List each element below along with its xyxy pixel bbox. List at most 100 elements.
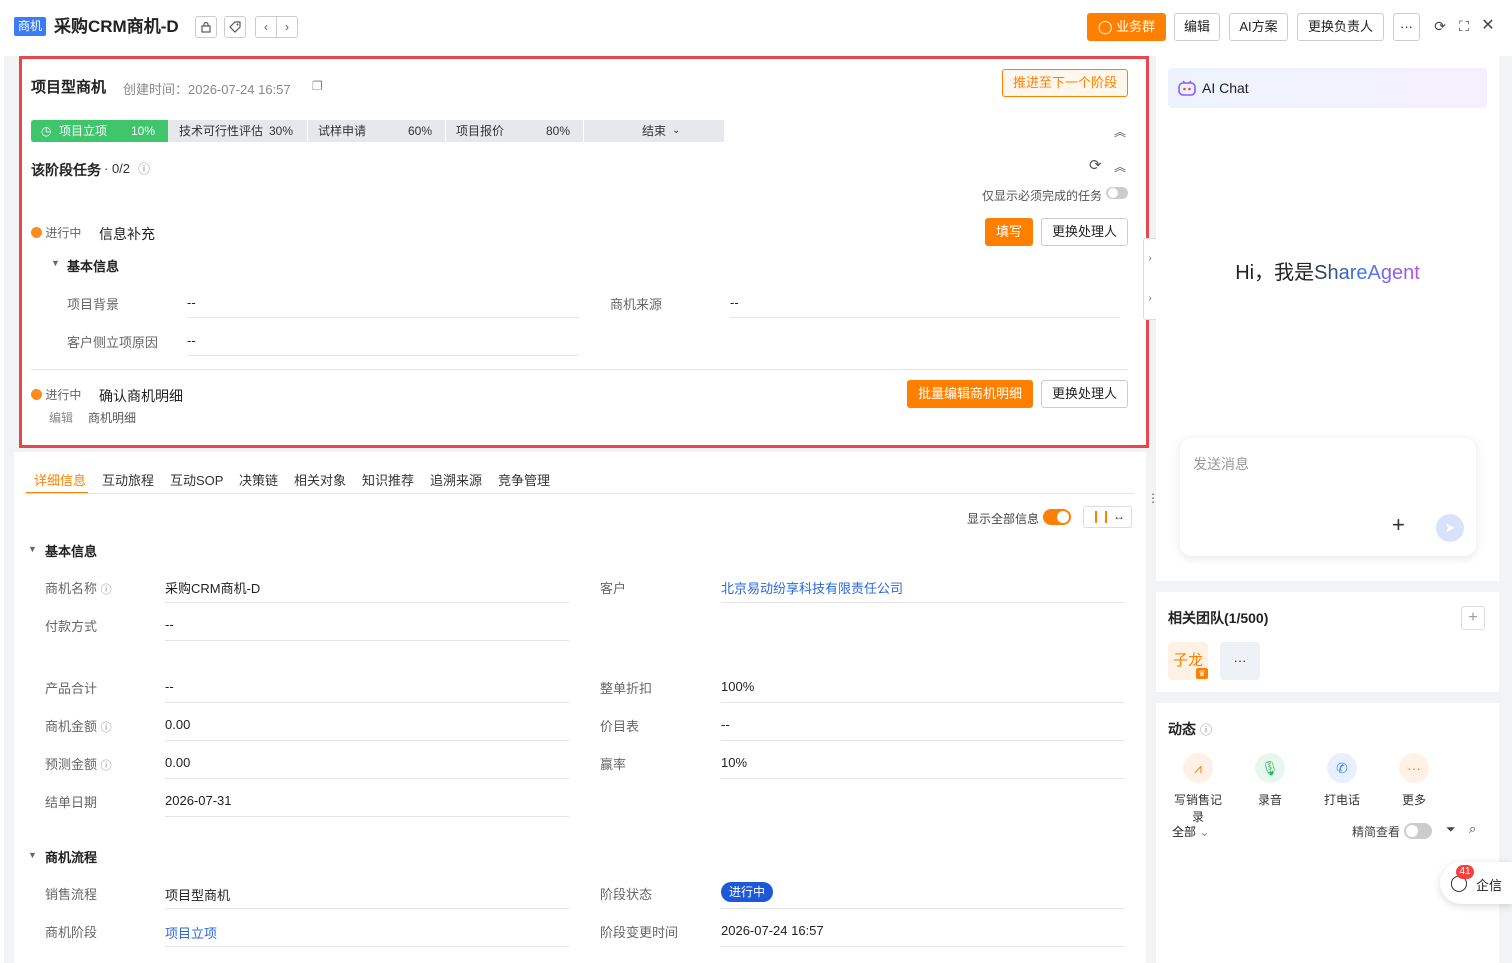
compact-view-toggle[interactable] xyxy=(1404,823,1432,839)
field-value[interactable]: 项目型商机 xyxy=(165,885,230,904)
collapse-section-icon[interactable]: ▼ xyxy=(28,850,37,860)
copy-icon[interactable]: ❐ xyxy=(312,79,323,93)
field-label: 商机名称 ⓘ xyxy=(45,581,112,596)
only-required-toggle[interactable] xyxy=(1106,187,1128,199)
tab-related-objects[interactable]: 相关对象 xyxy=(294,470,346,489)
show-all-label: 显示全部信息 xyxy=(967,512,1040,526)
created-time: 创建时间：2026-07-24 16:57 xyxy=(123,82,291,97)
stage-item[interactable]: ◷ 项目立项 10% xyxy=(31,120,168,142)
field-value[interactable]: 2026-07-31 xyxy=(165,793,232,808)
prev-record-icon[interactable]: ‹ xyxy=(255,16,277,38)
field-value[interactable]: 10% xyxy=(721,755,747,770)
record-audio-button[interactable]: 🎙 录音 xyxy=(1245,753,1295,808)
field-label: 项目背景 xyxy=(67,297,120,312)
next-record-icon[interactable]: › xyxy=(276,16,298,38)
field-value[interactable]: -- xyxy=(730,295,739,310)
change-handler-button[interactable]: 更换处理人 xyxy=(1041,218,1128,246)
field-value[interactable]: 采购CRM商机-D xyxy=(165,578,260,597)
sub-object-link[interactable]: 商机明细 xyxy=(88,409,136,426)
filter-icon[interactable]: ⏷ xyxy=(1446,822,1456,837)
lock-icon[interactable] xyxy=(195,16,217,38)
field-label: 产品合计 xyxy=(45,681,98,696)
field-value[interactable]: -- xyxy=(187,295,196,310)
business-group-button[interactable]: ◯ 业务群 xyxy=(1087,13,1166,41)
layout-switch[interactable]: ❙❙ ↔ xyxy=(1083,506,1132,528)
send-icon[interactable]: ➤ xyxy=(1436,514,1464,542)
tab-knowledge[interactable]: 知识推荐 xyxy=(362,470,414,489)
columns-icon[interactable]: ❙❙ xyxy=(1091,509,1111,523)
tab-competition[interactable]: 竞争管理 xyxy=(498,470,550,489)
panel-collapse-handle[interactable]: › › xyxy=(1143,238,1157,320)
help-icon: ⓘ xyxy=(100,584,112,596)
detail-card: 详细信息 互动旅程 互动SOP 决策链 相关对象 知识推荐 追溯来源 竞争管理 … xyxy=(14,452,1146,963)
collapse-stage-icon[interactable]: ︽ xyxy=(1114,123,1126,140)
tab-sop[interactable]: 互动SOP xyxy=(170,470,223,489)
close-icon[interactable]: ✕ xyxy=(1479,17,1497,35)
tab-source[interactable]: 追溯来源 xyxy=(430,470,482,489)
expand-width-icon[interactable]: ↔ xyxy=(1113,509,1125,523)
field-value[interactable]: 2026-07-24 16:57 xyxy=(721,923,824,938)
call-button[interactable]: ✆ 打电话 xyxy=(1317,753,1367,808)
divider xyxy=(31,369,1128,370)
message-input-box[interactable]: 发送消息 + ➤ xyxy=(1180,438,1476,556)
change-handler-button[interactable]: 更换处理人 xyxy=(1041,380,1128,408)
edit-button[interactable]: 编辑 xyxy=(1174,13,1220,41)
refresh-icon[interactable]: ⟳ xyxy=(1089,156,1102,174)
field-value[interactable]: 0.00 xyxy=(165,755,190,770)
refresh-icon[interactable]: ⟳ xyxy=(1431,17,1449,35)
fullscreen-icon[interactable]: ⛶ xyxy=(1455,17,1473,35)
field-underline xyxy=(165,908,569,909)
help-icon[interactable]: ⓘ xyxy=(138,160,150,177)
collapse-section-icon[interactable]: ▼ xyxy=(51,258,60,268)
collapse-section-icon[interactable]: ▼ xyxy=(28,544,37,554)
field-value[interactable]: -- xyxy=(165,679,174,694)
chevron-down-icon: ⌄ xyxy=(1199,825,1210,839)
add-attachment-icon[interactable]: + xyxy=(1392,512,1405,538)
tab-detail[interactable]: 详细信息 xyxy=(34,470,86,489)
stage-item[interactable]: 项目报价 80% xyxy=(445,120,583,142)
advance-stage-button[interactable]: 推进至下一个阶段 xyxy=(1002,69,1128,97)
more-button[interactable]: ··· xyxy=(1393,13,1420,41)
qixin-float-button[interactable]: ◯ 41 企信 xyxy=(1440,862,1512,904)
field-value[interactable]: 0.00 xyxy=(165,717,190,732)
batch-edit-button[interactable]: 批量编辑商机明细 xyxy=(907,380,1033,408)
stage-link[interactable]: 项目立项 xyxy=(165,923,217,942)
field-value[interactable]: 100% xyxy=(721,679,754,694)
field-label: 商机金额 ⓘ xyxy=(45,719,112,734)
field-label: 阶段状态 xyxy=(600,887,653,902)
write-sales-record-button[interactable]: ⩘ 写销售记录 xyxy=(1173,753,1223,825)
field-value[interactable]: -- xyxy=(721,717,730,732)
tab-journey[interactable]: 互动旅程 xyxy=(102,470,154,489)
field-label: 阶段变更时间 xyxy=(600,925,679,940)
field-value[interactable]: -- xyxy=(187,333,196,348)
more-actions-button[interactable]: ··· 更多 xyxy=(1389,753,1439,808)
stage-item[interactable]: 技术可行性评估 30% xyxy=(169,120,307,142)
help-icon[interactable]: ⓘ xyxy=(1200,721,1212,738)
change-owner-button[interactable]: 更换负责人 xyxy=(1297,13,1384,41)
show-all-toggle[interactable] xyxy=(1043,509,1071,525)
add-member-icon[interactable]: + xyxy=(1461,606,1485,630)
field-value[interactable]: -- xyxy=(165,617,174,632)
field-underline xyxy=(165,816,569,817)
search-icon[interactable]: ⌕ xyxy=(1469,821,1476,837)
customer-link[interactable]: 北京易动纷享科技有限责任公司 xyxy=(721,578,903,597)
more-members-button[interactable]: ··· xyxy=(1220,642,1260,680)
field-label: 客户 xyxy=(600,581,627,596)
stage-item[interactable]: 试样申请 60% xyxy=(307,120,445,142)
help-icon: ⓘ xyxy=(100,722,112,734)
drag-handle-icon[interactable]: ⋮ xyxy=(1147,468,1159,528)
task-status: 进行中 xyxy=(31,224,81,241)
ai-chat-panel: AI Chat Hi，我是ShareAgent 发送消息 + ➤ xyxy=(1156,56,1499,581)
fill-button[interactable]: 填写 xyxy=(985,218,1033,246)
tab-decision-chain[interactable]: 决策链 xyxy=(239,470,278,489)
section-title: 商机流程 xyxy=(45,850,98,865)
section-title: 基本信息 xyxy=(45,544,98,559)
stage-item-end[interactable]: 结束 ⌄ xyxy=(583,120,724,142)
ai-plan-button[interactable]: AI方案 xyxy=(1229,13,1288,41)
message-input[interactable]: 发送消息 xyxy=(1193,454,1249,474)
feed-filter[interactable]: 全部 ⌄ xyxy=(1172,823,1209,840)
tag-icon[interactable] xyxy=(224,16,246,38)
ai-chat-title: AI Chat xyxy=(1202,80,1249,96)
collapse-tasks-icon[interactable]: ︽ xyxy=(1114,158,1126,175)
qixin-label: 企信 xyxy=(1476,878,1503,893)
